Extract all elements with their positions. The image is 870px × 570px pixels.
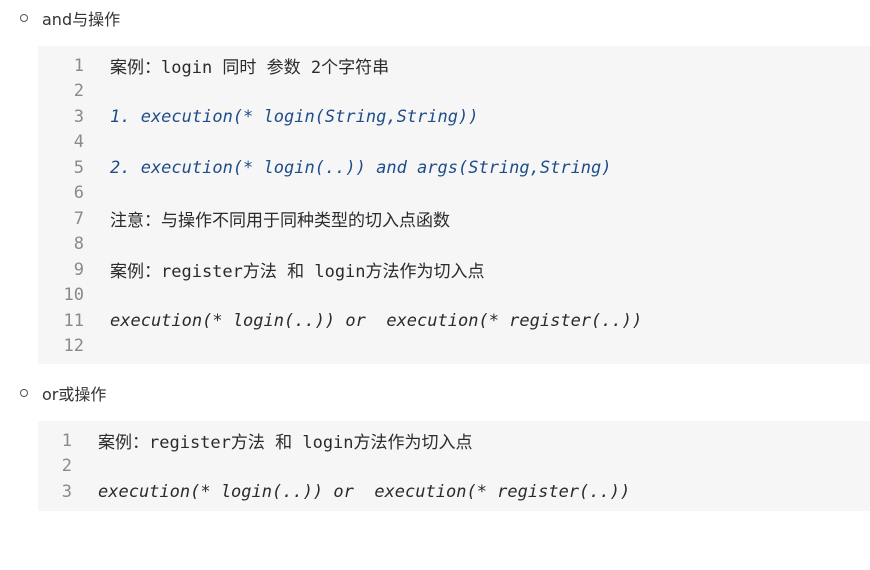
code-line: 1 案例：register方法 和 login方法作为切入点 — [38, 428, 870, 454]
line-number: 6 — [73, 183, 84, 204]
code-text: 案例：login 同时 参数 2个字符串 — [110, 58, 390, 79]
section-label: or或操作 — [42, 385, 107, 404]
line-number: 5 — [73, 157, 84, 178]
code-line: 4 — [38, 130, 870, 156]
code-line: 10 — [38, 283, 870, 309]
section-or-heading: or或操作 — [20, 381, 106, 405]
code-line: 3 1. execution(* login(String,String)) — [38, 104, 870, 130]
line-number: 3 — [73, 106, 84, 127]
code-text: 案例：register方法 和 login方法作为切入点 — [98, 433, 473, 454]
line-number: 8 — [73, 234, 84, 255]
code-text: 注意：与操作不同用于同种类型的切入点函数 — [110, 211, 450, 232]
circle-bullet-icon — [20, 389, 28, 397]
line-number: 10 — [63, 285, 84, 306]
code-line: 5 2. execution(* login(..)) and args(Str… — [38, 155, 870, 181]
line-number: 2 — [73, 81, 84, 102]
code-text: 案例：register方法 和 login方法作为切入点 — [110, 262, 485, 283]
code-line: 2 — [38, 79, 870, 105]
code-line: 9 案例：register方法 和 login方法作为切入点 — [38, 257, 870, 283]
code-line: 1 案例：login 同时 参数 2个字符串 — [38, 53, 870, 79]
code-block-and: 1 案例：login 同时 参数 2个字符串 2 3 1. execution(… — [38, 46, 870, 364]
line-number: 1 — [61, 430, 72, 451]
line-number: 3 — [61, 481, 72, 502]
code-text: 1. execution(* login(String,String)) — [110, 106, 479, 127]
code-line: 3 execution(* login(..)) or execution(* … — [38, 479, 870, 505]
code-line: 7 注意：与操作不同用于同种类型的切入点函数 — [38, 206, 870, 232]
code-block-or: 1 案例：register方法 和 login方法作为切入点 2 3 execu… — [38, 421, 870, 511]
line-number: 4 — [73, 132, 84, 153]
code-text: execution(* login(..)) or execution(* re… — [98, 481, 631, 502]
code-line: 6 — [38, 181, 870, 207]
line-number: 2 — [61, 456, 72, 477]
line-number: 7 — [73, 208, 84, 229]
code-text: execution(* login(..)) or execution(* re… — [110, 310, 643, 331]
line-number: 11 — [63, 310, 84, 331]
code-text: 2. execution(* login(..)) and args(Strin… — [110, 157, 612, 178]
line-number: 1 — [73, 55, 84, 76]
circle-bullet-icon — [20, 14, 28, 22]
code-line: 12 — [38, 334, 870, 360]
code-line: 11 execution(* login(..)) or execution(*… — [38, 308, 870, 334]
line-number: 12 — [63, 336, 84, 357]
section-label: and与操作 — [42, 10, 121, 29]
code-line: 2 — [38, 454, 870, 480]
line-number: 9 — [73, 259, 84, 280]
code-line: 8 — [38, 232, 870, 258]
section-and-heading: and与操作 — [20, 6, 120, 30]
